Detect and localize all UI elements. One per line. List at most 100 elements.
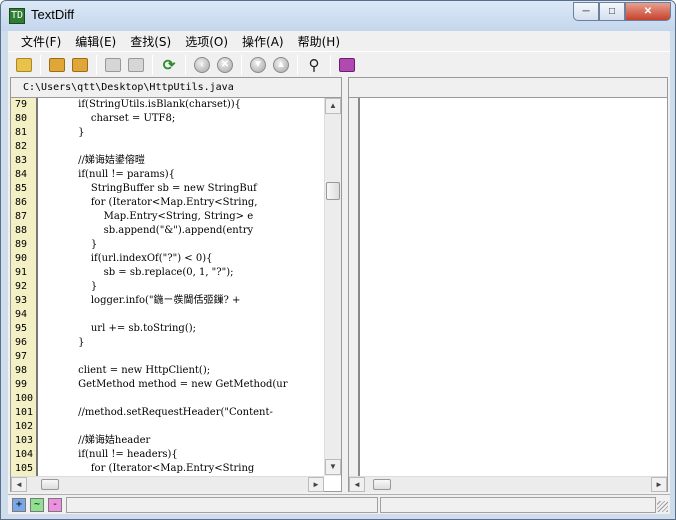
line-number: 93 <box>15 295 28 306</box>
line-number: 96 <box>15 337 28 348</box>
line-number: 100 <box>15 393 34 404</box>
toolbar-separator <box>185 54 186 75</box>
code-line: if(url.indexOf("?") < 0){ <box>40 253 213 264</box>
line-number: 105 <box>15 463 34 474</box>
line-number: 89 <box>15 239 28 250</box>
line-number: 86 <box>15 197 28 208</box>
toolbar-separator <box>330 54 331 75</box>
menu-options[interactable]: 选项(O) <box>178 33 235 50</box>
code-line: charset = UTF8; <box>40 113 176 124</box>
status-field-right <box>380 497 656 513</box>
line-number: 97 <box>15 351 28 362</box>
close-button[interactable]: ✕ <box>625 2 671 21</box>
code-line: //娣诲姞header <box>40 435 151 446</box>
left-vertical-scrollbar[interactable]: ▲ ▼ <box>324 98 341 476</box>
line-number: 95 <box>15 323 28 334</box>
menu-file[interactable]: 文件(F) <box>14 33 68 50</box>
code-line: if(StringUtils.isBlank(charset)){ <box>40 99 242 110</box>
line-number-gutter: 79 80 81 82 83 84 85 86 87 88 89 90 91 92 93 94 95 96 97 98… <box>11 98 38 476</box>
added-marker[interactable]: + <box>12 498 26 512</box>
line-number: 101 <box>15 407 34 418</box>
line-number: 84 <box>15 169 28 180</box>
maximize-button[interactable]: □ <box>599 2 625 21</box>
right-pane: ◄ ► <box>348 77 668 492</box>
menu-search[interactable]: 查找(S) <box>123 33 178 50</box>
first-diff-button[interactable]: ▲ <box>271 55 291 75</box>
left-code-view[interactable]: if(StringUtils.isBlank(charset)){ charse… <box>40 98 323 476</box>
code-line: //娣诲姞鍙傛暟 <box>40 155 145 166</box>
line-number: 82 <box>15 141 28 152</box>
deleted-marker[interactable]: - <box>48 498 62 512</box>
changed-marker[interactable]: ~ <box>30 498 44 512</box>
open-left-icon <box>49 57 65 72</box>
left-pane: C:\Users\qtt\Desktop\HttpUtils.java 79 80… <box>10 77 342 492</box>
toolbar-separator <box>152 54 153 75</box>
resize-grip[interactable] <box>657 501 668 512</box>
left-horizontal-scrollbar[interactable]: ◄ ► <box>11 476 324 492</box>
open-left-button[interactable] <box>47 55 67 75</box>
line-number: 98 <box>15 365 28 376</box>
save-right-button[interactable] <box>126 55 146 75</box>
minimize-button[interactable]: ─ <box>573 2 599 21</box>
line-number: 83 <box>15 155 28 166</box>
code-line: } <box>40 337 85 348</box>
code-line: sb.append("&").append(entry <box>40 225 254 236</box>
stop-button[interactable]: ✕ <box>215 55 235 75</box>
vertical-scroll-thumb[interactable] <box>326 182 340 200</box>
save-left-button[interactable] <box>103 55 123 75</box>
line-number: 81 <box>15 127 28 138</box>
scroll-left-button[interactable]: ◄ <box>349 477 365 492</box>
line-number: 87 <box>15 211 28 222</box>
next-diff-button[interactable]: ▼ <box>248 55 268 75</box>
line-number: 99 <box>15 379 28 390</box>
line-number: 85 <box>15 183 28 194</box>
open-right-icon <box>72 57 88 72</box>
menu-bar: 文件(F) 编辑(E) 查找(S) 选项(O) 操作(A) 帮助(H) <box>8 31 670 51</box>
toolbar-separator <box>40 54 41 75</box>
refresh-compare-button[interactable]: ⟳ <box>159 55 179 75</box>
textdiff-window: TD TextDiff ─ □ ✕ 文件(F) 编辑(E) 查找(S) 选项(O… <box>0 0 676 520</box>
code-line: } <box>40 281 98 292</box>
line-number: 79 <box>15 99 28 110</box>
prev-diff-button[interactable]: ‹ <box>192 55 212 75</box>
menu-help[interactable]: 帮助(H) <box>291 33 347 50</box>
menu-actions[interactable]: 操作(A) <box>235 33 291 50</box>
right-gutter <box>349 98 360 476</box>
scroll-up-button[interactable]: ▲ <box>325 98 341 114</box>
refresh-compare-icon: ⟳ <box>162 56 176 74</box>
right-horizontal-scrollbar[interactable]: ◄ ► <box>349 476 667 492</box>
line-number: 88 <box>15 225 28 236</box>
title-bar[interactable]: TD TextDiff ─ □ ✕ <box>1 1 675 31</box>
line-number: 92 <box>15 281 28 292</box>
help-button[interactable] <box>337 55 357 75</box>
scroll-right-button[interactable]: ► <box>651 477 667 492</box>
code-line: } <box>40 127 85 138</box>
find-button[interactable]: ⚲ <box>304 55 324 75</box>
horizontal-scroll-thumb[interactable] <box>373 479 391 490</box>
app-icon: TD <box>9 8 25 24</box>
first-diff-icon: ▲ <box>273 56 289 73</box>
code-line: client = new HttpClient(); <box>40 365 211 376</box>
horizontal-scroll-thumb[interactable] <box>41 479 59 490</box>
menu-edit[interactable]: 编辑(E) <box>68 33 123 50</box>
scroll-down-button[interactable]: ▼ <box>325 459 341 475</box>
open-folder-button[interactable] <box>14 55 34 75</box>
line-number: 104 <box>15 449 34 460</box>
open-right-button[interactable] <box>70 55 90 75</box>
scroll-left-button[interactable]: ◄ <box>11 477 27 492</box>
prev-diff-icon: ‹ <box>194 56 210 73</box>
toolbar-separator <box>241 54 242 75</box>
line-number: 94 <box>15 309 28 320</box>
code-line: if(null != headers){ <box>40 449 178 460</box>
scroll-right-button[interactable]: ► <box>308 477 324 492</box>
line-number: 90 <box>15 253 28 264</box>
line-number: 102 <box>15 421 34 432</box>
code-line: } <box>40 239 98 250</box>
window-controls: ─ □ ✕ <box>573 2 671 21</box>
toolbar: ⟳ ‹ ✕ ▼ ▲ ⚲ <box>8 51 670 77</box>
code-line: //method.setRequestHeader("Content- <box>40 407 273 418</box>
